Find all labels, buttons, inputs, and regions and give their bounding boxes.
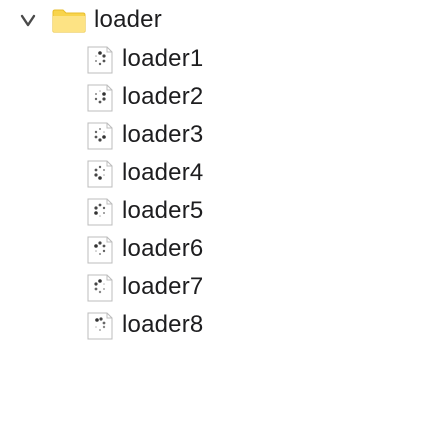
file-label: loader1: [122, 45, 204, 72]
loader-file-icon: [86, 311, 114, 341]
loader-file-icon: [86, 121, 114, 151]
loader-file-icon: [86, 235, 114, 265]
file-row-loader2[interactable]: loader2: [0, 78, 320, 116]
file-label: loader6: [122, 235, 204, 262]
file-row-loader6[interactable]: loader6: [0, 230, 320, 268]
file-label: loader8: [122, 311, 204, 338]
file-row-loader1[interactable]: loader1: [0, 40, 320, 78]
loader-file-icon: [86, 83, 114, 113]
folder-icon: [52, 9, 86, 33]
folder-label: loader: [94, 6, 162, 33]
file-tree: loader loader1 loader2 loader3 loader4 l…: [0, 0, 440, 448]
file-row-loader8[interactable]: loader8: [0, 306, 320, 344]
file-label: loader3: [122, 121, 204, 148]
folder-row-loader[interactable]: loader: [0, 0, 300, 38]
file-label: loader2: [122, 83, 204, 110]
file-row-loader3[interactable]: loader3: [0, 116, 320, 154]
file-row-loader5[interactable]: loader5: [0, 192, 320, 230]
loader-file-icon: [86, 159, 114, 189]
loader-file-icon: [86, 45, 114, 75]
chevron-down-icon[interactable]: [18, 10, 38, 30]
loader-file-icon: [86, 273, 114, 303]
loader-file-icon: [86, 197, 114, 227]
file-label: loader7: [122, 273, 204, 300]
file-row-loader7[interactable]: loader7: [0, 268, 320, 306]
file-row-loader4[interactable]: loader4: [0, 154, 320, 192]
file-label: loader4: [122, 159, 204, 186]
file-label: loader5: [122, 197, 204, 224]
